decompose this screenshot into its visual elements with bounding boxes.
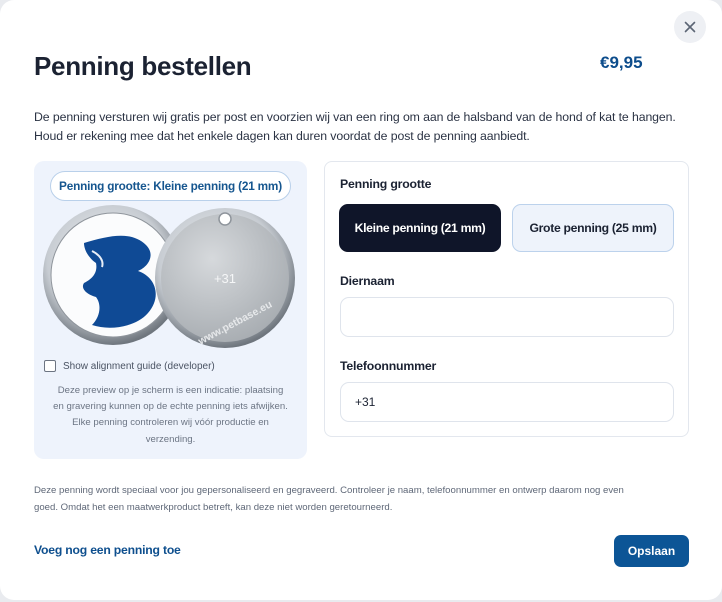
custom-product-disclaimer: Deze penning wordt speciaal voor jou gep… [34, 482, 694, 516]
back-tag-phone: +31 [214, 271, 236, 286]
close-button[interactable] [674, 11, 706, 43]
tag-preview-image: +31 www.petbase.eu [43, 205, 295, 348]
size-option-small[interactable]: Kleine penning (21 mm) [339, 204, 501, 252]
intro-line: De penning versturen wij gratis per post… [34, 110, 676, 124]
pet-name-input[interactable] [340, 297, 674, 337]
selected-size-pill: Penning grootte: Kleine penning (21 mm) [50, 171, 291, 201]
phone-input[interactable]: +31 [340, 382, 674, 422]
disclaimer-line: Deze penning wordt speciaal voor jou gep… [34, 485, 624, 496]
preview-note-line: Elke penning controleren wij vóór produc… [72, 417, 269, 429]
alignment-guide-toggle[interactable]: Show alignment guide (developer) [44, 360, 215, 372]
order-tag-modal: Penning bestellen €9,95 De penning verst… [0, 0, 722, 600]
preview-note-line: verzending. [145, 433, 196, 445]
modal-title: Penning bestellen [34, 51, 252, 81]
preview-note-line: en gravering kunnen op de echte penning … [53, 401, 288, 413]
size-field-label: Penning grootte [340, 177, 432, 191]
alignment-guide-checkbox[interactable] [44, 360, 56, 372]
back-tag: +31 www.petbase.eu [155, 208, 295, 348]
alignment-guide-label: Show alignment guide (developer) [63, 360, 215, 372]
phone-label: Telefoonnummer [340, 359, 437, 373]
size-option-large[interactable]: Grote penning (25 mm) [512, 204, 674, 252]
add-another-tag-link[interactable]: Voeg nog een penning toe [34, 543, 181, 557]
intro-line: Houd er rekening mee dat het enkele dage… [34, 129, 530, 143]
preview-note-line: Deze preview op je scherm is een indicat… [57, 385, 284, 396]
pet-name-label: Diernaam [340, 274, 395, 288]
disclaimer-line: goed. Omdat het een maatwerkproduct betr… [34, 502, 393, 513]
intro-text: De penning versturen wij gratis per post… [34, 108, 694, 146]
preview-disclaimer: Deze preview op je scherm is een indicat… [40, 383, 301, 448]
price-label: €9,95 [600, 53, 643, 72]
close-icon [684, 21, 696, 33]
save-button[interactable]: Opslaan [614, 535, 689, 567]
